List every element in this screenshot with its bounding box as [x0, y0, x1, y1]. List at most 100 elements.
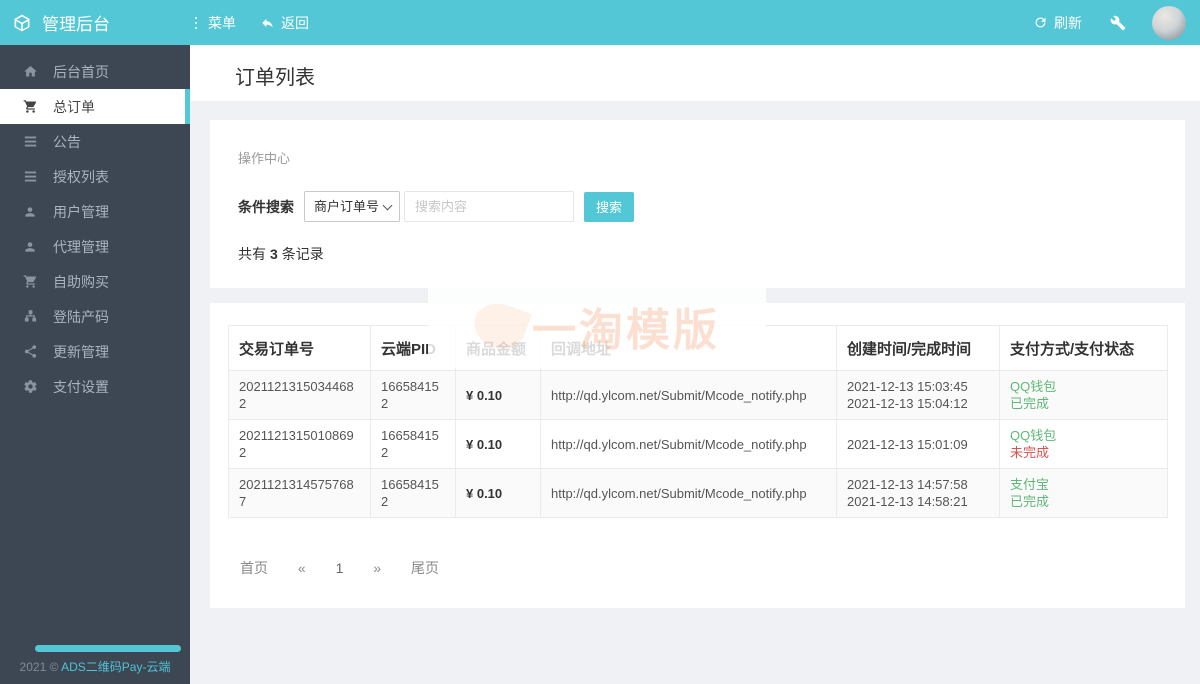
cell-callback-url: http://qd.ylcom.net/Submit/Mcode_notify.…: [541, 420, 837, 469]
refresh-label: 刷新: [1054, 13, 1082, 33]
sidebar-item-label: 支付设置: [53, 377, 109, 397]
search-type-select[interactable]: 商户订单号: [304, 191, 400, 222]
user-icon: [22, 240, 38, 254]
cell-times: 2021-12-13 15:03:452021-12-13 15:04:12: [837, 371, 1000, 420]
back-button[interactable]: 返回: [260, 13, 309, 33]
sidebar-item-label: 总订单: [53, 97, 95, 117]
app-title: 管理后台: [42, 10, 110, 35]
record-count-value: 3: [270, 246, 278, 262]
table-row: 20211213150108692166584152¥ 0.10http://q…: [229, 420, 1168, 469]
cell-pay: QQ钱包已完成: [1000, 371, 1168, 420]
panel-title: 操作中心: [238, 148, 1157, 167]
sidebar-accent-bar: [35, 645, 181, 652]
pagination-prev[interactable]: «: [298, 560, 306, 576]
sidebar-item-login-code[interactable]: 登陆产码: [0, 299, 190, 334]
pagination: 首页 « 1 » 尾页: [240, 558, 1167, 578]
cube-logo-icon: [12, 13, 32, 33]
pagination-first[interactable]: 首页: [240, 560, 268, 576]
refresh-icon: [1033, 15, 1048, 30]
cell-order-no: 20211213150344682: [229, 371, 371, 420]
cell-order-no: 20211213150108692: [229, 420, 371, 469]
content: 操作中心 条件搜索 商户订单号 搜索 共有3条记录: [190, 102, 1200, 608]
page-title: 订单列表: [235, 61, 1200, 90]
cell-amount: ¥ 0.10: [456, 371, 541, 420]
sitemap-icon: [22, 309, 38, 324]
list-icon: [22, 169, 38, 184]
column-header: 创建时间/完成时间: [837, 326, 1000, 371]
table-row: 20211213150344682166584152¥ 0.10http://q…: [229, 371, 1168, 420]
sidebar-item-home[interactable]: 后台首页: [0, 54, 190, 89]
pay-status: 已完成: [1010, 493, 1157, 510]
cell-pay: 支付宝已完成: [1000, 469, 1168, 518]
time-value: 2021-12-13 15:03:45: [847, 378, 989, 395]
sidebar-menu: 后台首页总订单公告授权列表用户管理代理管理自助购买登陆产码更新管理支付设置: [0, 45, 190, 404]
record-count-prefix: 共有: [238, 246, 266, 262]
cell-amount: ¥ 0.10: [456, 420, 541, 469]
user-avatar[interactable]: [1152, 6, 1186, 40]
table-row: 20211213145757687166584152¥ 0.10http://q…: [229, 469, 1168, 518]
sidebar-item-auth-list[interactable]: 授权列表: [0, 159, 190, 194]
sidebar-item-label: 后台首页: [53, 62, 109, 82]
pay-status: 已完成: [1010, 395, 1157, 412]
sidebar: 后台首页总订单公告授权列表用户管理代理管理自助购买登陆产码更新管理支付设置 20…: [0, 45, 190, 684]
topbar-right: 刷新: [1033, 6, 1200, 40]
time-value: 2021-12-13 14:57:58: [847, 476, 989, 493]
footer-brand-link[interactable]: ADS二维码Pay-云端: [61, 660, 170, 674]
column-header: 支付方式/支付状态: [1000, 326, 1168, 371]
search-condition-label: 条件搜索: [238, 197, 294, 217]
sidebar-item-self-purchase[interactable]: 自助购买: [0, 264, 190, 299]
cogs-icon: [22, 379, 38, 394]
column-header: 云端PID: [371, 326, 456, 371]
pagination-last[interactable]: 尾页: [411, 560, 439, 576]
cell-cloud-pid: 166584152: [371, 420, 456, 469]
main-area: 订单列表 操作中心 条件搜索 商户订单号 搜索 共有3条记录: [190, 45, 1200, 684]
sidebar-item-payment-settings[interactable]: 支付设置: [0, 369, 190, 404]
ellipsis-vertical-icon: [190, 16, 202, 30]
user-icon: [22, 205, 38, 219]
column-header: 交易订单号: [229, 326, 371, 371]
reply-arrow-icon: [260, 16, 275, 30]
sidebar-item-label: 自助购买: [53, 272, 109, 292]
search-input[interactable]: [404, 191, 574, 222]
pagination-page-1[interactable]: 1: [336, 560, 344, 576]
sidebar-item-announcement[interactable]: 公告: [0, 124, 190, 159]
sidebar-footer: 2021 © ADS二维码Pay-云端: [0, 658, 190, 675]
orders-table-card: 交易订单号云端PID商品金额回调地址创建时间/完成时间支付方式/支付状态 202…: [210, 303, 1185, 608]
list-icon: [22, 134, 38, 149]
cell-callback-url: http://qd.ylcom.net/Submit/Mcode_notify.…: [541, 371, 837, 420]
pagination-next[interactable]: »: [373, 560, 381, 576]
sidebar-item-orders[interactable]: 总订单: [0, 89, 190, 124]
sidebar-item-label: 更新管理: [53, 342, 109, 362]
menu-button[interactable]: 菜单: [190, 13, 236, 33]
refresh-button[interactable]: 刷新: [1033, 13, 1082, 33]
cell-order-no: 20211213145757687: [229, 469, 371, 518]
search-row: 条件搜索 商户订单号 搜索: [238, 191, 1157, 222]
wrench-icon[interactable]: [1110, 15, 1126, 31]
sidebar-item-label: 公告: [53, 132, 81, 152]
app-brand: 管理后台: [0, 10, 190, 35]
home-icon: [22, 64, 38, 79]
search-panel: 操作中心 条件搜索 商户订单号 搜索 共有3条记录: [210, 120, 1185, 288]
sidebar-item-label: 用户管理: [53, 202, 109, 222]
sidebar-item-label: 授权列表: [53, 167, 109, 187]
orders-table: 交易订单号云端PID商品金额回调地址创建时间/完成时间支付方式/支付状态 202…: [228, 325, 1168, 518]
record-count-suffix: 条记录: [282, 246, 324, 262]
footer-year: 2021 ©: [20, 660, 59, 674]
time-value: 2021-12-13 15:04:12: [847, 395, 989, 412]
search-button[interactable]: 搜索: [584, 192, 634, 222]
sidebar-item-users[interactable]: 用户管理: [0, 194, 190, 229]
sidebar-item-label: 登陆产码: [53, 307, 109, 327]
sidebar-item-update[interactable]: 更新管理: [0, 334, 190, 369]
pay-status: 未完成: [1010, 444, 1157, 461]
search-type-select-wrap: 商户订单号: [304, 191, 400, 222]
cart-icon: [22, 274, 38, 289]
column-header: 商品金额: [456, 326, 541, 371]
menu-label: 菜单: [208, 13, 236, 33]
sidebar-item-agents[interactable]: 代理管理: [0, 229, 190, 264]
table-header-row: 交易订单号云端PID商品金额回调地址创建时间/完成时间支付方式/支付状态: [229, 326, 1168, 371]
cell-times: 2021-12-13 14:57:582021-12-13 14:58:21: [837, 469, 1000, 518]
title-band: 订单列表: [190, 45, 1200, 102]
cell-callback-url: http://qd.ylcom.net/Submit/Mcode_notify.…: [541, 469, 837, 518]
cell-cloud-pid: 166584152: [371, 371, 456, 420]
cell-times: 2021-12-13 15:01:09: [837, 420, 1000, 469]
